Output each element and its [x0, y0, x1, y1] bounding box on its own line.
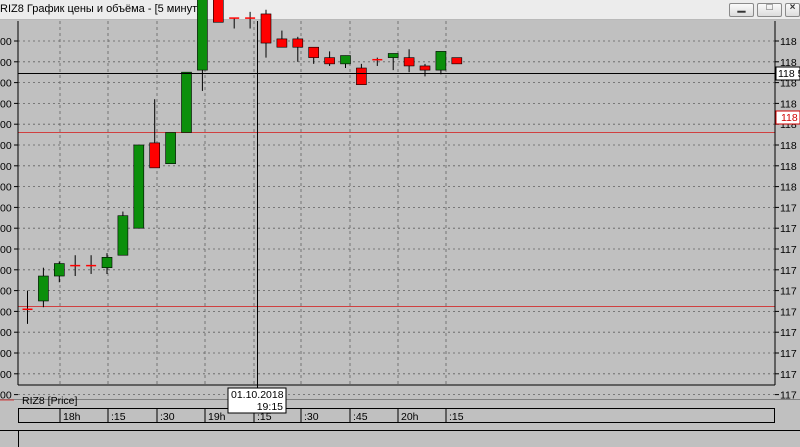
- candle-up: [38, 275, 49, 302]
- candle-down: [451, 57, 463, 65]
- candle-up: [117, 215, 129, 256]
- x-tick-label: 18h: [63, 411, 81, 423]
- candle-up: [165, 132, 176, 165]
- y-tick-label-right: 117: [780, 327, 797, 339]
- x-tick-label: :45: [353, 411, 368, 423]
- y-tick-label-right: 118: [780, 161, 797, 173]
- y-tick-label-right: 118: [780, 182, 797, 194]
- y-tick-label-right: 117: [780, 306, 797, 318]
- y-tick-label-left: 00: [0, 140, 12, 152]
- chart-axes: 00 11800 11800 11800 11800 11800 11800 11800 118…: [0, 21, 797, 402]
- y-tick-label-right: 117: [780, 244, 797, 256]
- y-tick-label-left: 00: [0, 327, 12, 339]
- x-tick-label: :30: [304, 411, 319, 423]
- candle-down: [356, 67, 367, 85]
- crosshair-price-label: 118 5: [778, 68, 800, 80]
- candle-up: [197, 0, 208, 71]
- y-tick-label-right: 117: [780, 369, 797, 381]
- y-tick-label-left: 00: [0, 161, 12, 173]
- y-tick-label-left: 00: [0, 57, 12, 69]
- candles-layer: [22, 0, 463, 324]
- y-tick-label-right: 117: [780, 286, 797, 298]
- x-tick-label: 20h: [401, 411, 419, 423]
- y-tick-label-right: 118: [780, 36, 797, 48]
- candle-up: [387, 53, 399, 58]
- y-tick-label-left: 00: [0, 244, 12, 256]
- candle-down: [292, 38, 304, 48]
- x-tick-label: :15: [111, 411, 126, 423]
- y-tick-label-left: 00: [0, 348, 12, 360]
- legend-label: RIZ8 [Price]: [22, 395, 78, 407]
- crosshair-date-label: 01.10.2018: [231, 389, 284, 401]
- current-price-label: 118: [781, 112, 798, 124]
- chart-grid: [18, 21, 775, 396]
- candle-down: [403, 57, 415, 67]
- candle-up: [133, 144, 145, 229]
- candle-down: [213, 0, 224, 23]
- y-tick-label-right: 117: [780, 202, 797, 214]
- y-tick-label-left: 00: [0, 36, 12, 48]
- candle-up: [340, 55, 351, 65]
- y-tick-label-right: 117: [780, 223, 797, 235]
- y-tick-label-left: 00: [0, 182, 12, 194]
- price-chart[interactable]: 00 11800 11800 11800 11800 11800 11800 11800 118…: [0, 0, 800, 447]
- candle-down: [276, 38, 288, 48]
- x-tick-label: :15: [449, 411, 464, 423]
- crosshair-time-label: 19:15: [257, 401, 283, 413]
- y-tick-label-left: 00: [0, 119, 12, 131]
- candle-down: [149, 142, 160, 169]
- y-tick-label-left: 00: [0, 306, 12, 318]
- y-tick-label-left: 00: [0, 286, 12, 298]
- candle-up: [101, 256, 113, 268]
- y-tick-label-left: 00: [0, 223, 12, 235]
- y-tick-label-left: 00: [0, 78, 12, 90]
- y-tick-label-left: 00: [0, 98, 12, 110]
- reference-lines: [18, 132, 775, 307]
- candle-down: [260, 13, 272, 44]
- chart-footer: RIZ8 [Price]18h:15:30 19h:15:30:45 20h:150…: [0, 387, 800, 447]
- y-tick-label-right: 117: [780, 265, 797, 277]
- y-tick-label-left: 00: [0, 369, 12, 381]
- candle-up: [181, 71, 192, 133]
- y-tick-label-right: 118: [780, 140, 797, 152]
- candle-up: [53, 263, 65, 277]
- x-tick-label: :30: [160, 411, 175, 423]
- candle-up: [435, 51, 447, 71]
- y-tick-label-right: 118: [780, 98, 797, 110]
- candle-down: [419, 65, 431, 71]
- y-tick-label-left: 00: [0, 265, 12, 277]
- time-axis-bar: [18, 408, 775, 423]
- candle-down: [324, 57, 335, 65]
- y-tick-label-left: 00: [0, 202, 12, 214]
- y-tick-label-right: 117: [780, 348, 797, 360]
- candle-down: [308, 46, 320, 58]
- x-tick-label: 19h: [208, 411, 226, 423]
